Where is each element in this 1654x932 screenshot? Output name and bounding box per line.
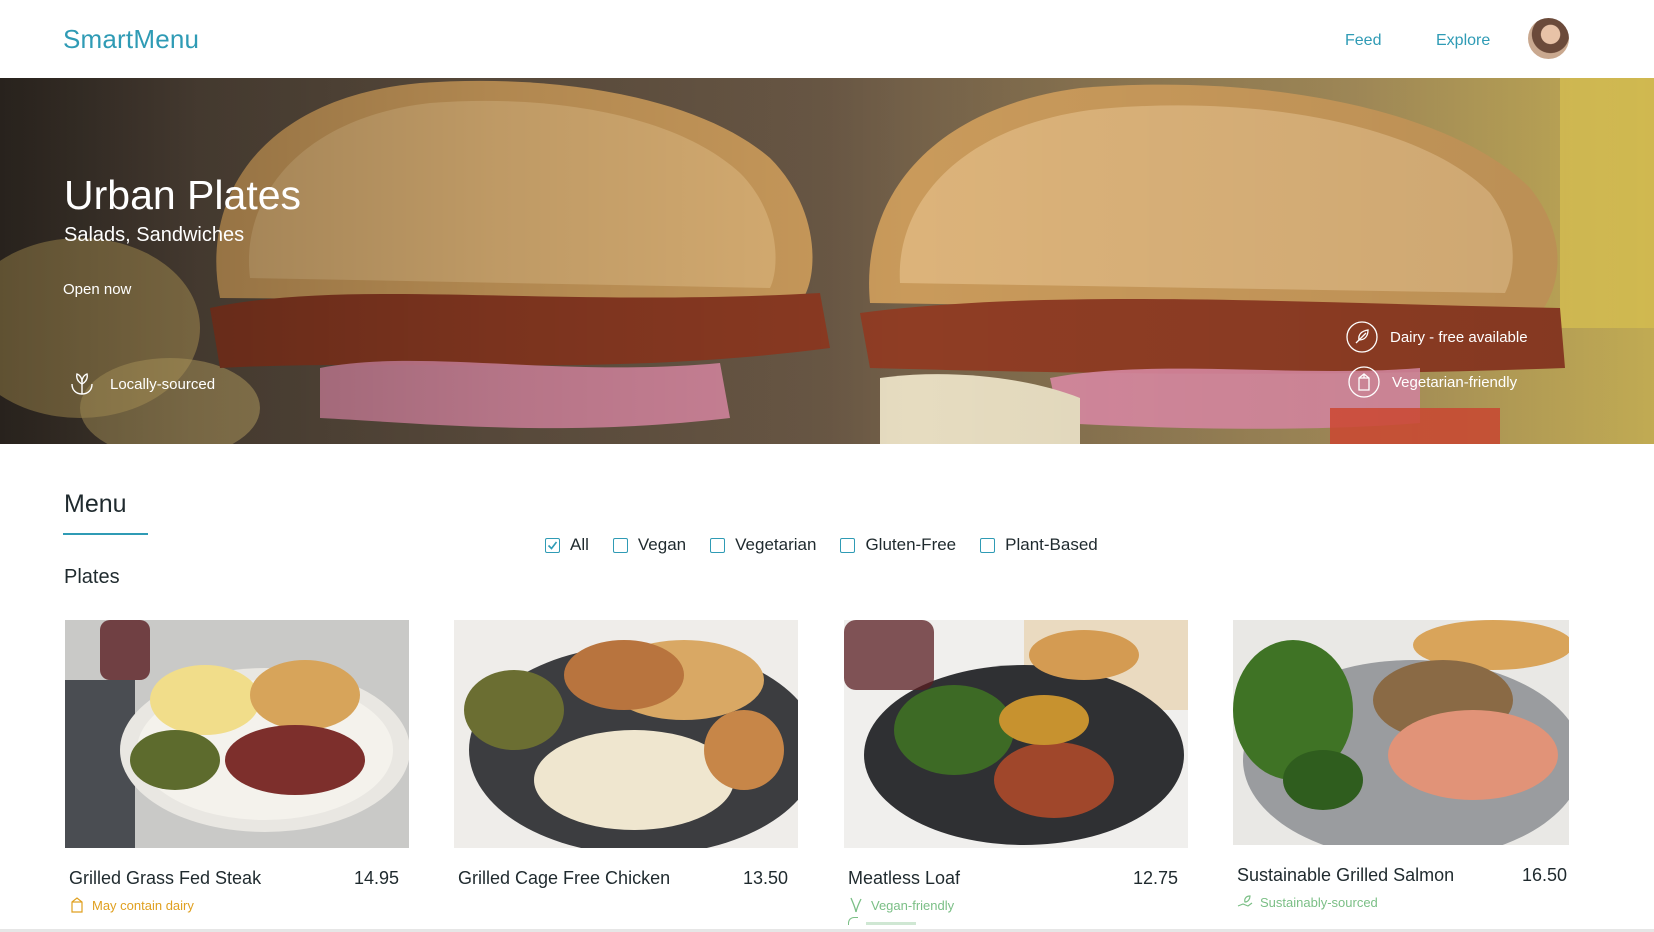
filter-label: Plant-Based	[1005, 535, 1098, 554]
hand-leaf-icon	[1237, 894, 1253, 910]
sprout-icon	[848, 917, 858, 925]
dish-name: Grilled Grass Fed Steak	[69, 868, 262, 888]
dish-tag-label: Vegan-friendly	[871, 897, 955, 913]
menu-item-card[interactable]: Meatless Loaf 12.75 Vegan-friendly	[844, 620, 1188, 925]
checkbox[interactable]	[612, 537, 628, 553]
dish-tag: Sustainably-sourced	[1233, 894, 1577, 910]
feature-dairy-free: Dairy - free available	[1346, 321, 1528, 353]
feature-label: Locally-sourced	[110, 375, 216, 393]
nav-feed-link[interactable]: Feed	[1345, 32, 1381, 50]
open-status: Open now	[63, 281, 132, 298]
sprout-icon	[848, 897, 864, 913]
menu-item-card[interactable]: Grilled Cage Free Chicken 13.50	[454, 620, 798, 889]
dish-tag-label-cut	[866, 921, 916, 925]
dish-price: 12.75	[1132, 868, 1178, 888]
checkbox[interactable]	[980, 537, 996, 553]
checkbox-checked[interactable]	[545, 537, 560, 553]
restaurant-hero: Urban Plates Salads, Sandwiches Open now…	[0, 78, 1654, 444]
menu-tab-indicator	[63, 533, 148, 535]
diet-filters: All Vegan Vegetarian Gluten-Free Plant-B…	[545, 533, 1122, 557]
dish-tag-label: Sustainably-sourced	[1260, 894, 1378, 910]
nav-explore-link[interactable]: Explore	[1436, 32, 1490, 50]
logo[interactable]: SmartMenu	[63, 24, 199, 55]
filter-plant-based[interactable]: Plant-Based	[980, 535, 1098, 555]
restaurant-name: Urban Plates	[64, 172, 302, 218]
feature-label: Dairy - free available	[1390, 328, 1528, 346]
dish-photo[interactable]	[1233, 620, 1569, 845]
dish-tag: Vegan-friendly	[844, 897, 1188, 913]
filter-label: Vegetarian	[735, 535, 817, 554]
menu-item-card[interactable]: Sustainable Grilled Salmon 16.50 Sustain…	[1233, 620, 1577, 910]
feature-vegetarian-friendly: Vegetarian-friendly	[1348, 366, 1517, 398]
filter-label: All	[570, 535, 589, 554]
filter-label: Gluten-Free	[865, 535, 957, 554]
dish-name: Meatless Loaf	[848, 868, 961, 888]
menu-item-card[interactable]: Grilled Grass Fed Steak 14.95 May contai…	[65, 620, 409, 913]
hands-plant-icon	[66, 368, 98, 400]
section-heading-plates: Plates	[64, 566, 120, 588]
dish-photo[interactable]	[454, 620, 798, 848]
dish-photo[interactable]	[844, 620, 1188, 848]
filter-label: Vegan	[637, 535, 687, 554]
filter-all[interactable]: All	[545, 535, 589, 555]
checkbox[interactable]	[710, 537, 726, 553]
checkbox[interactable]	[840, 537, 856, 553]
user-avatar[interactable]	[1528, 18, 1569, 59]
menu-heading: Menu	[64, 490, 127, 518]
dish-photo[interactable]	[65, 620, 409, 848]
dish-tag-label: May contain dairy	[92, 897, 194, 913]
dish-name: Grilled Cage Free Chicken	[458, 868, 671, 888]
restaurant-cuisine: Salads, Sandwiches	[64, 224, 245, 246]
feature-label: Vegetarian-friendly	[1392, 373, 1518, 391]
filter-vegetarian[interactable]: Vegetarian	[710, 535, 816, 555]
top-nav: SmartMenu Feed Explore	[0, 0, 1654, 78]
carton-icon	[1348, 366, 1380, 398]
feature-locally-sourced: Locally-sourced	[66, 368, 215, 400]
filter-vegan[interactable]: Vegan	[612, 535, 687, 555]
dish-tag: May contain dairy	[65, 897, 409, 913]
leaf-icon	[1346, 321, 1378, 353]
carton-icon	[69, 897, 85, 913]
dish-price: 16.50	[1521, 865, 1567, 885]
dish-name: Sustainable Grilled Salmon	[1237, 865, 1455, 885]
filter-gluten-free[interactable]: Gluten-Free	[840, 535, 956, 555]
dish-price: 13.50	[742, 868, 788, 888]
dish-tag-second-cut	[844, 917, 1188, 925]
dish-price: 14.95	[353, 868, 399, 888]
